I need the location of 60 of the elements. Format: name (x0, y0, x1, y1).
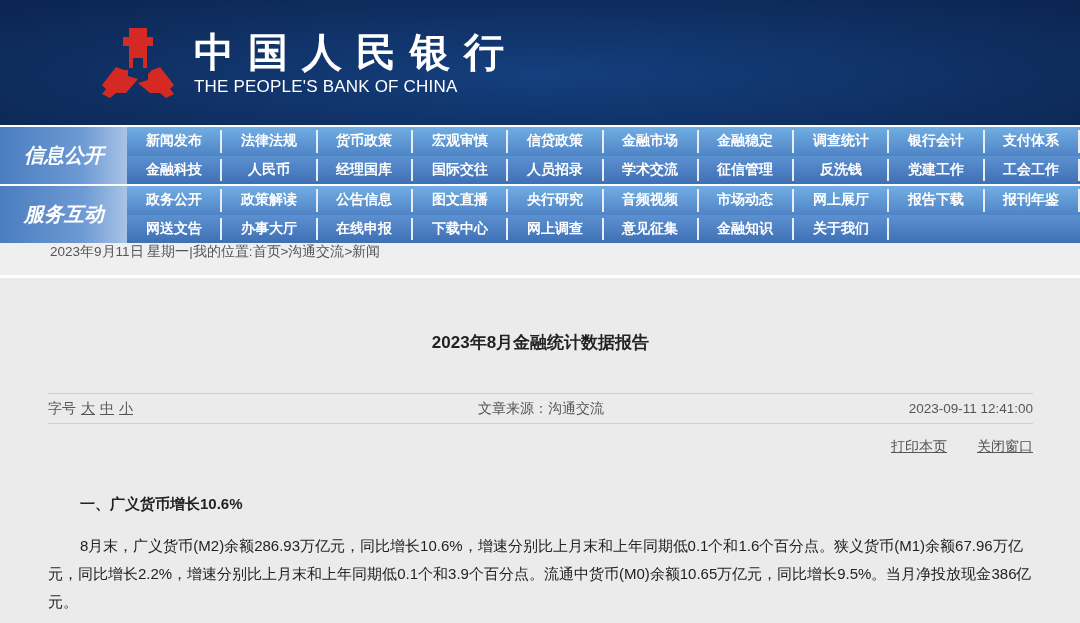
font-size-link[interactable]: 中 (100, 399, 114, 418)
publish-time: 2023-09-11 12:41:00 (908, 401, 1033, 416)
nav-section-label: 信息公开 (0, 127, 127, 184)
breadcrumb-link[interactable]: 首页 (252, 244, 281, 259)
nav-link[interactable]: 信贷政策 (508, 130, 604, 153)
bank-name-chinese: 中国人民银行 (194, 28, 518, 75)
article-paragraph: 8月末，广义货币(M2)余额286.93万亿元，同比增长10.6%，增速分别比上月末和上年同期低0.1个和1.6个百分点。狭义货币(M1)余额67.96万亿元，同比增长2.2%，增速分别比上月末和上年同期低0.1个和3.9个百分点。流通中货币(M0)余额10.65万亿元，同比增长9.5%。当月净投放现金386亿元。 (48, 536, 1033, 612)
breadcrumb-separator: > (280, 244, 289, 259)
action-link[interactable]: 关闭窗口 (977, 438, 1033, 456)
nav-link[interactable]: 学术交流 (603, 158, 699, 181)
nav-link[interactable]: 人员招录 (508, 158, 604, 181)
separator-text: | (189, 244, 193, 259)
breadcrumb-separator: > (344, 244, 353, 259)
breadcrumb-link[interactable]: 沟通交流 (288, 244, 345, 259)
nav-link[interactable]: 下载中心 (412, 217, 509, 240)
nav-link[interactable]: 报刊年鉴 (984, 189, 1080, 212)
nav-section-label: 服务互动 (0, 186, 127, 243)
nav-link[interactable]: 新闻发布 (127, 130, 223, 153)
nav-link[interactable]: 国际交往 (412, 158, 509, 181)
nav-link[interactable]: 音频视频 (603, 189, 699, 212)
nav-link[interactable]: 市场动态 (698, 189, 795, 212)
nav-link[interactable]: 金融科技 (127, 158, 223, 181)
nav-link[interactable]: 工会工作 (984, 158, 1080, 181)
nav-link[interactable]: 政策解读 (222, 189, 318, 212)
nav-link[interactable]: 报告下载 (889, 189, 985, 212)
nav-link[interactable]: 经理国库 (317, 158, 413, 181)
nav-link[interactable]: 办事大厅 (222, 217, 318, 240)
nav-link[interactable]: 网上调查 (508, 217, 604, 240)
nav-link[interactable]: 图文直播 (412, 189, 509, 212)
nav-link[interactable]: 党建工作 (889, 158, 985, 181)
nav-link[interactable]: 人民币 (222, 158, 318, 181)
action-link[interactable]: 打印本页 (891, 438, 947, 456)
nav-link[interactable]: 银行会计 (889, 130, 985, 153)
current-date: 2023年9月11日 星期一 (50, 244, 190, 259)
nav-link[interactable]: 货币政策 (317, 130, 413, 153)
nav-link[interactable]: 法律法规 (222, 130, 318, 153)
font-size-label: 字号 (48, 399, 76, 418)
bank-name-english: THE PEOPLE'S BANK OF CHINA (194, 76, 459, 97)
article-title: 2023年8月金融统计数据报告 (430, 332, 651, 354)
nav-link[interactable]: 央行研究 (508, 189, 604, 212)
nav-link[interactable]: 网送文告 (127, 217, 223, 240)
section-heading: 一、广义货币增长10.6% (79, 495, 244, 514)
nav-link[interactable]: 在线申报 (317, 217, 413, 240)
nav-link[interactable]: 关于我们 (794, 217, 890, 240)
breadcrumb-link[interactable]: 新闻 (352, 244, 381, 259)
nav-link[interactable]: 网上展厅 (794, 189, 890, 212)
nav-link[interactable]: 公告信息 (317, 189, 413, 212)
nav-link[interactable]: 支付体系 (984, 130, 1080, 153)
nav-link[interactable]: 金融市场 (603, 130, 699, 153)
nav-link[interactable]: 反洗钱 (794, 158, 890, 181)
font-size-link[interactable]: 大 (81, 399, 95, 418)
article-source: 文章来源：沟通交流 (477, 399, 604, 418)
nav-link[interactable]: 金融稳定 (698, 130, 795, 153)
nav-link[interactable]: 征信管理 (698, 158, 795, 181)
nav-link[interactable]: 调查统计 (794, 130, 890, 153)
nav-link[interactable]: 政务公开 (127, 189, 223, 212)
nav-link[interactable]: 意见征集 (603, 217, 699, 240)
font-size-link[interactable]: 小 (119, 399, 133, 418)
nav-link[interactable]: 宏观审慎 (412, 130, 509, 153)
nav-link[interactable]: 金融知识 (698, 217, 795, 240)
